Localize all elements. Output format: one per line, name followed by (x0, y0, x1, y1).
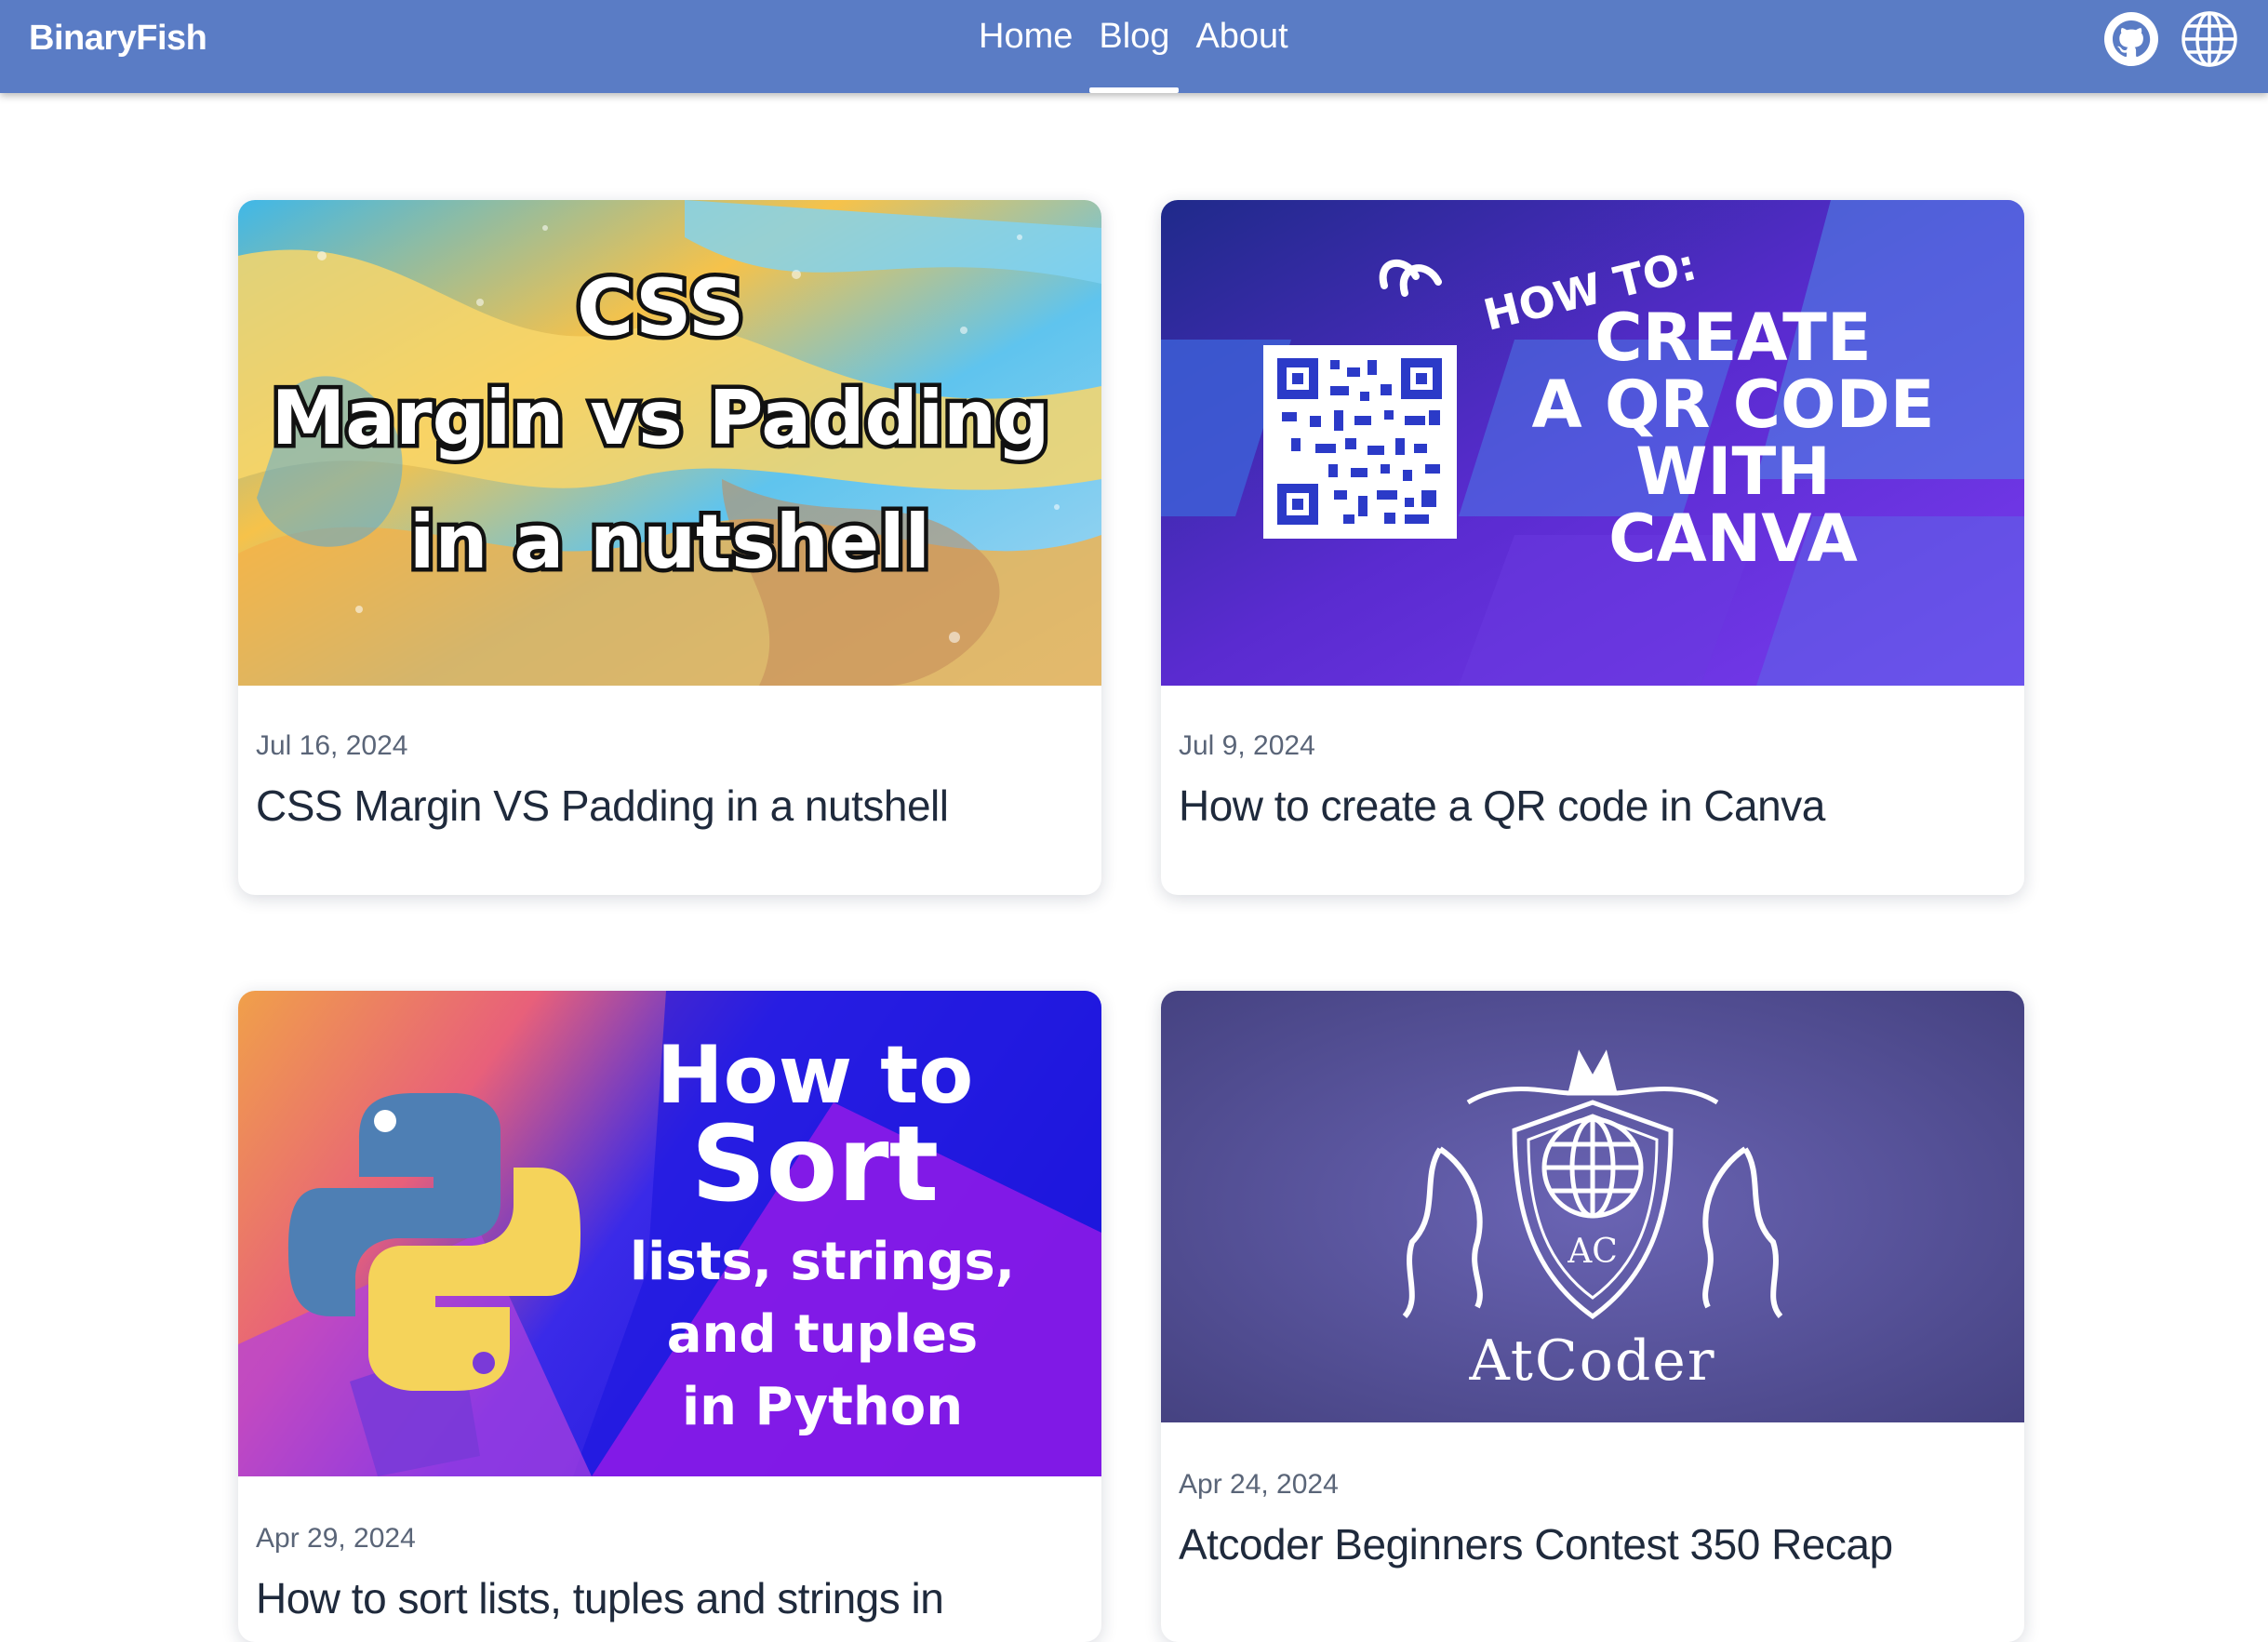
post-date: Apr 29, 2024 (256, 1523, 416, 1554)
post-thumbnail-qr: HOW TO: CREATE A QR CODE WITH CANVA (1161, 200, 2024, 686)
top-navigation-bar: BinaryFish Home Blog About (0, 0, 2268, 93)
thumb-line: and tuples (667, 1304, 978, 1365)
nav-about[interactable]: About (1195, 0, 1287, 93)
thumb-line: CREATE (1594, 300, 1871, 376)
post-card[interactable]: CSS Margin vs Padding in a nutshell Jul … (238, 200, 1101, 895)
post-date: Jul 16, 2024 (256, 730, 408, 761)
card-body: Apr 29, 2024 How to sort lists, tuples a… (238, 1476, 1101, 1623)
globe-icon[interactable] (2180, 9, 2239, 69)
main-nav: Home Blog About (979, 0, 1288, 93)
post-title[interactable]: How to create a QR code in Canva (1179, 781, 2007, 831)
post-title[interactable]: CSS Margin VS Padding in a nutshell (256, 781, 1084, 831)
thumb-line: Sort (691, 1104, 939, 1225)
nav-home[interactable]: Home (979, 0, 1073, 93)
post-card[interactable]: AC AtCoder Apr 24, 2024 Atcoder Beginner… (1161, 991, 2024, 1642)
post-title[interactable]: How to sort lists, tuples and strings in (256, 1573, 1084, 1623)
thumb-line: in a nutshell (409, 499, 930, 585)
github-icon[interactable] (2101, 9, 2161, 69)
header-icons (2101, 9, 2239, 69)
post-thumbnail-css: CSS Margin vs Padding in a nutshell (238, 200, 1101, 686)
post-thumbnail-python: How to Sort lists, strings, and tuples i… (238, 991, 1101, 1476)
post-date: Apr 24, 2024 (1179, 1469, 1339, 1500)
post-thumbnail-atcoder: AC AtCoder (1161, 991, 2024, 1422)
thumb-line: in Python (682, 1377, 963, 1437)
site-brand[interactable]: BinaryFish (29, 19, 207, 59)
thumb-line: CANVA (1608, 501, 1858, 577)
thumb-line: WITH (1635, 434, 1831, 510)
post-date: Jul 9, 2024 (1179, 730, 1315, 761)
nav-blog[interactable]: Blog (1089, 0, 1180, 93)
svg-text:AC: AC (1567, 1233, 1618, 1271)
post-card[interactable]: How to Sort lists, strings, and tuples i… (238, 991, 1101, 1642)
post-card[interactable]: HOW TO: CREATE A QR CODE WITH CANVA Jul … (1161, 200, 2024, 895)
logo-text: AtCoder (1468, 1328, 1715, 1394)
thumb-line: A QR CODE (1531, 367, 1934, 443)
post-title[interactable]: Atcoder Beginners Contest 350 Recap (1179, 1519, 2007, 1569)
thumb-line: CSS (577, 262, 744, 354)
thumb-line: Margin vs Padding (272, 375, 1050, 461)
card-body: Jul 16, 2024 CSS Margin VS Padding in a … (238, 686, 1101, 831)
card-body: Jul 9, 2024 How to create a QR code in C… (1161, 686, 2024, 831)
card-body: Apr 24, 2024 Atcoder Beginners Contest 3… (1161, 1422, 2024, 1569)
thumb-line: lists, strings, (630, 1232, 1015, 1292)
